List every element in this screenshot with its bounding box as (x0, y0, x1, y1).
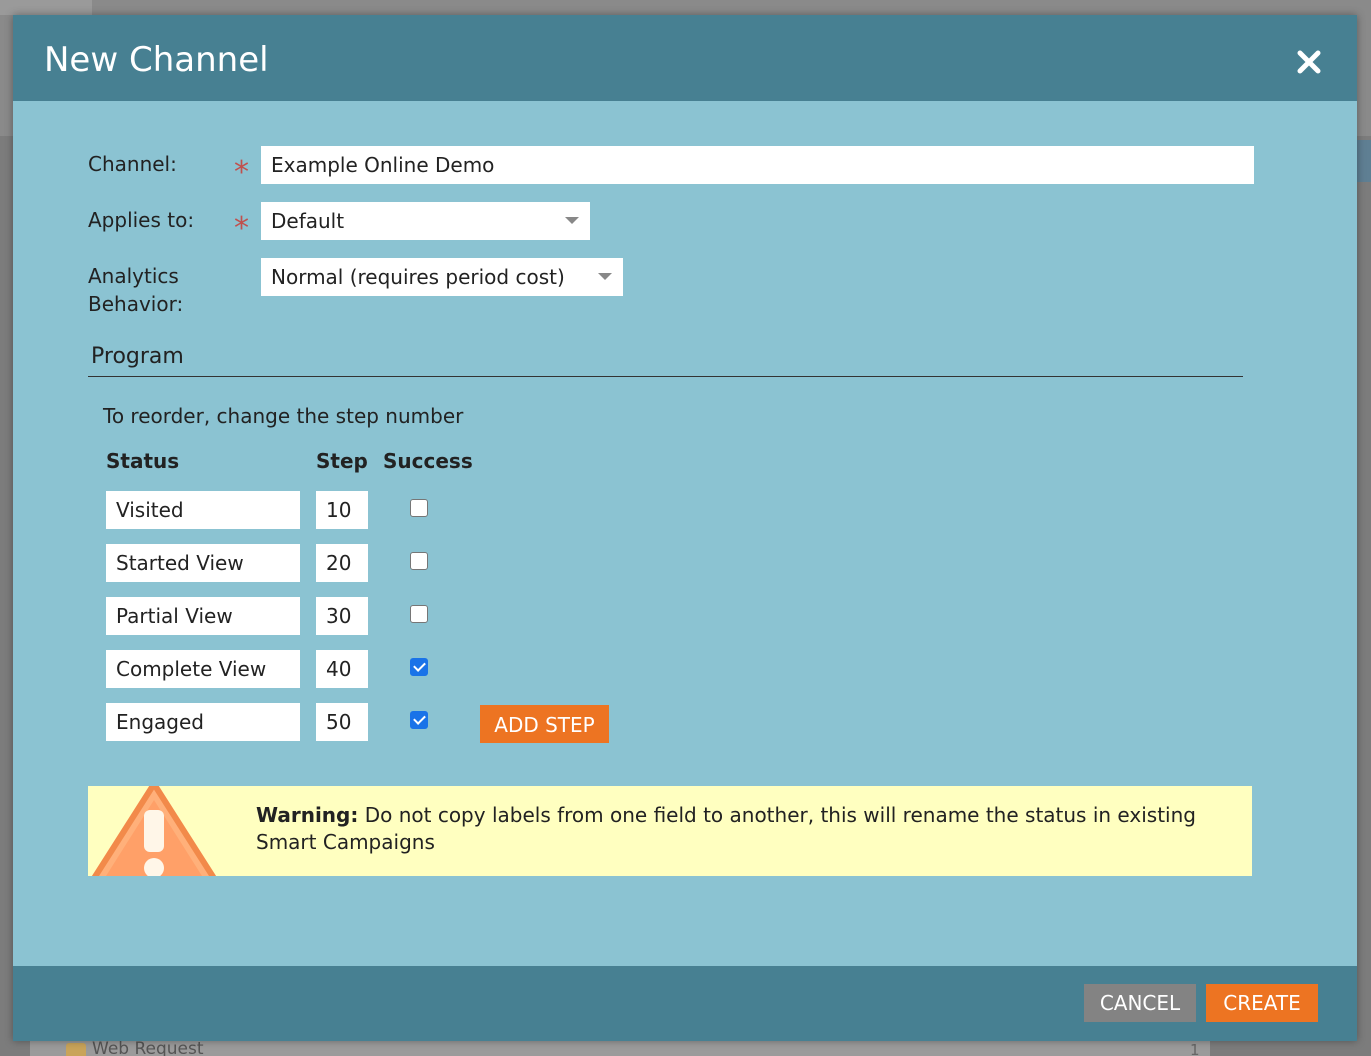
add-step-button[interactable]: ADD STEP (480, 705, 609, 743)
step-input-visited[interactable] (316, 491, 368, 529)
success-checkbox-partial-view[interactable] (410, 605, 428, 623)
background-row-label: Web Request (92, 1039, 204, 1056)
analytics-behavior-label-line1: Analytics (88, 264, 179, 288)
applies-to-select[interactable]: Default (261, 202, 590, 240)
warning-banner: Warning: Do not copy labels from one fie… (88, 786, 1252, 876)
cancel-button[interactable]: CANCEL (1084, 984, 1196, 1022)
applies-to-value: Default (271, 209, 345, 233)
step-column-header: Step (316, 449, 368, 473)
success-checkbox-complete-view[interactable] (410, 658, 428, 676)
channel-input[interactable] (261, 146, 1254, 184)
success-checkbox-engaged[interactable] (410, 711, 428, 729)
status-input-partial-view[interactable] (106, 597, 300, 635)
chevron-down-icon (598, 273, 612, 280)
status-input-engaged[interactable] (106, 703, 300, 741)
background-tab (0, 0, 92, 15)
warning-triangle-icon (91, 786, 217, 876)
warning-message: Warning: Do not copy labels from one fie… (256, 802, 1236, 856)
status-input-started-view[interactable] (106, 544, 300, 582)
step-input-partial-view[interactable] (316, 597, 368, 635)
dialog-title: New Channel (44, 40, 269, 80)
status-column-header: Status (106, 449, 180, 473)
close-icon[interactable] (1295, 48, 1323, 76)
required-marker: * (234, 211, 249, 246)
success-checkbox-started-view[interactable] (410, 552, 428, 570)
dialog-header: New Channel (13, 15, 1357, 101)
section-divider (88, 376, 1243, 377)
status-input-visited[interactable] (106, 491, 300, 529)
program-heading: Program (91, 344, 184, 369)
status-input-complete-view[interactable] (106, 650, 300, 688)
required-marker: * (234, 155, 249, 190)
warning-label: Warning: (256, 803, 359, 827)
success-column-header: Success (383, 449, 473, 473)
analytics-behavior-label-line2: Behavior: (88, 292, 184, 316)
folder-icon (66, 1043, 86, 1056)
warning-text: Do not copy labels from one field to ano… (256, 803, 1196, 854)
applies-to-label: Applies to: (88, 208, 195, 232)
channel-label: Channel: (88, 152, 177, 176)
reorder-hint: To reorder, change the step number (103, 404, 464, 428)
chevron-down-icon (565, 217, 579, 224)
success-checkbox-visited[interactable] (410, 499, 428, 517)
dialog-footer: CANCEL CREATE (13, 966, 1357, 1041)
background-row-count: 1 (1190, 1041, 1200, 1056)
step-input-engaged[interactable] (316, 703, 368, 741)
new-channel-dialog: New Channel Channel: * Applies to: * Def… (13, 15, 1357, 1041)
step-input-complete-view[interactable] (316, 650, 368, 688)
step-input-started-view[interactable] (316, 544, 368, 582)
background-side-panel (1357, 140, 1371, 182)
create-button[interactable]: CREATE (1206, 984, 1318, 1022)
analytics-behavior-select[interactable]: Normal (requires period cost) (261, 258, 623, 296)
analytics-behavior-value: Normal (requires period cost) (271, 265, 565, 289)
background-row (30, 1040, 1210, 1056)
